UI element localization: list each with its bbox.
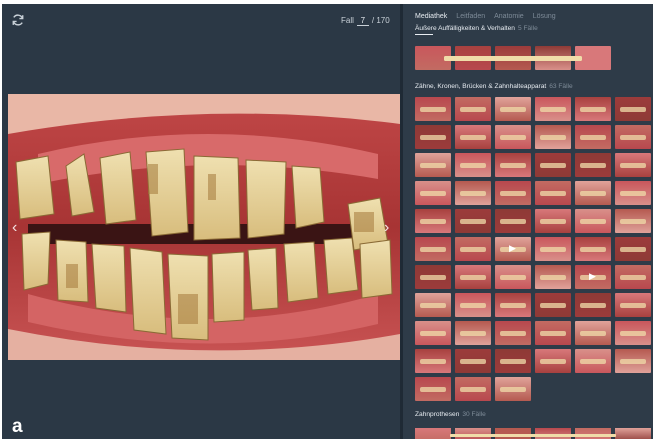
case-thumbnail[interactable] (415, 153, 451, 177)
case-thumbnail[interactable] (495, 321, 531, 345)
case-thumbnail[interactable] (575, 209, 611, 233)
next-image-arrow-icon[interactable]: › (384, 220, 389, 236)
sidebar-tabs: Mediathek Leitfaden Anatomie Lösung (415, 13, 556, 20)
case-thumbnail[interactable] (415, 265, 451, 289)
case-thumbnail[interactable] (535, 125, 571, 149)
case-thumbnail[interactable] (575, 97, 611, 121)
section-title-zaehne: Zähne, Kronen, Brücken & Zahnhalteappara… (415, 83, 573, 90)
case-thumbnail[interactable] (535, 349, 571, 373)
section-title-text: Zahnprothesen (415, 411, 460, 418)
case-number-input[interactable]: 7 (356, 16, 369, 26)
case-thumbnail[interactable] (575, 46, 611, 70)
case-thumbnail[interactable] (495, 125, 531, 149)
thumbnail-grid-zaehne (415, 97, 651, 401)
case-thumbnail[interactable] (415, 428, 451, 439)
case-thumbnail[interactable] (455, 97, 491, 121)
case-thumbnail[interactable] (415, 349, 451, 373)
case-thumbnail-video[interactable] (575, 265, 611, 289)
case-total: / 170 (371, 16, 390, 25)
case-thumbnail[interactable] (615, 153, 651, 177)
tab-loesung[interactable]: Lösung (533, 13, 556, 20)
case-thumbnail[interactable] (615, 97, 651, 121)
case-thumbnail[interactable] (535, 181, 571, 205)
section-title-aeussere: Äußere Auffälligkeiten & Verhalten 5 Fäll… (415, 25, 538, 35)
active-tab-underline (415, 34, 433, 35)
case-thumbnail[interactable] (535, 321, 571, 345)
case-thumbnail[interactable] (615, 293, 651, 317)
thumbnail-row-aeussere (415, 46, 611, 70)
case-thumbnail[interactable] (575, 349, 611, 373)
case-thumbnail[interactable] (415, 237, 451, 261)
case-thumbnail[interactable] (455, 237, 491, 261)
case-thumbnail[interactable] (535, 153, 571, 177)
thumbnail-row-zahnprothesen (415, 428, 651, 439)
case-prefix: Fall (341, 16, 354, 25)
case-thumbnail[interactable] (415, 293, 451, 317)
refresh-icon[interactable] (11, 13, 25, 27)
media-sidebar: Mediathek Leitfaden Anatomie Lösung Äuße… (403, 4, 653, 439)
case-thumbnail[interactable] (455, 265, 491, 289)
case-thumbnail[interactable] (535, 265, 571, 289)
case-thumbnail[interactable] (455, 349, 491, 373)
tab-anatomie[interactable]: Anatomie (494, 13, 524, 20)
case-counter: Fall 7 / 170 (341, 16, 390, 26)
section-count: 30 Fälle (462, 411, 486, 418)
case-thumbnail[interactable] (615, 428, 651, 439)
case-thumbnail[interactable] (455, 181, 491, 205)
case-thumbnail[interactable] (495, 377, 531, 401)
case-thumbnail[interactable] (455, 153, 491, 177)
case-thumbnail[interactable] (615, 237, 651, 261)
image-viewer-panel: Fall 7 / 170 ‹ › a (2, 4, 400, 439)
case-thumbnail[interactable] (455, 293, 491, 317)
case-thumbnail[interactable] (575, 181, 611, 205)
case-thumbnail[interactable] (535, 293, 571, 317)
figure-label: a (12, 416, 23, 437)
case-thumbnail[interactable] (575, 293, 611, 317)
case-thumbnail[interactable] (575, 153, 611, 177)
case-thumbnail[interactable] (615, 125, 651, 149)
case-thumbnail[interactable] (495, 293, 531, 317)
case-thumbnail[interactable] (495, 97, 531, 121)
case-thumbnail[interactable] (455, 125, 491, 149)
case-thumbnail[interactable] (455, 377, 491, 401)
section-count: 5 Fälle (517, 25, 538, 32)
case-thumbnail[interactable] (415, 209, 451, 233)
case-thumbnail[interactable] (615, 181, 651, 205)
case-thumbnail[interactable] (415, 125, 451, 149)
case-thumbnail[interactable] (615, 349, 651, 373)
tab-mediathek[interactable]: Mediathek (415, 13, 447, 20)
case-thumbnail[interactable] (615, 321, 651, 345)
case-thumbnail[interactable] (615, 265, 651, 289)
section-count: 63 Fälle (549, 83, 573, 90)
case-thumbnail[interactable] (495, 181, 531, 205)
case-thumbnail[interactable] (535, 97, 571, 121)
section-title-text: Zähne, Kronen, Brücken & Zahnhalteappara… (415, 83, 547, 90)
case-thumbnail[interactable] (455, 209, 491, 233)
case-thumbnail[interactable] (495, 209, 531, 233)
case-thumbnail[interactable] (575, 237, 611, 261)
case-thumbnail[interactable] (415, 181, 451, 205)
case-thumbnail[interactable] (575, 125, 611, 149)
case-thumbnail[interactable] (495, 349, 531, 373)
prev-image-arrow-icon[interactable]: ‹ (12, 220, 17, 236)
case-thumbnail[interactable] (495, 153, 531, 177)
case-thumbnail[interactable] (535, 237, 571, 261)
case-thumbnail[interactable] (415, 321, 451, 345)
media-viewer-window: Fall 7 / 170 ‹ › a Mediathek Leitfaden A… (2, 4, 653, 439)
dental-photo (8, 94, 400, 360)
case-thumbnail[interactable] (415, 97, 451, 121)
case-thumbnail[interactable] (495, 265, 531, 289)
tab-leitfaden[interactable]: Leitfaden (456, 13, 485, 20)
case-thumbnail[interactable] (615, 209, 651, 233)
section-title-zahnprothesen: Zahnprothesen 30 Fälle (415, 411, 486, 418)
case-thumbnail[interactable] (455, 321, 491, 345)
case-thumbnail[interactable] (575, 321, 611, 345)
case-thumbnail[interactable] (535, 209, 571, 233)
case-thumbnail[interactable] (415, 377, 451, 401)
case-thumbnail-video[interactable] (495, 237, 531, 261)
section-title-text: Äußere Auffälligkeiten & Verhalten (415, 25, 515, 32)
